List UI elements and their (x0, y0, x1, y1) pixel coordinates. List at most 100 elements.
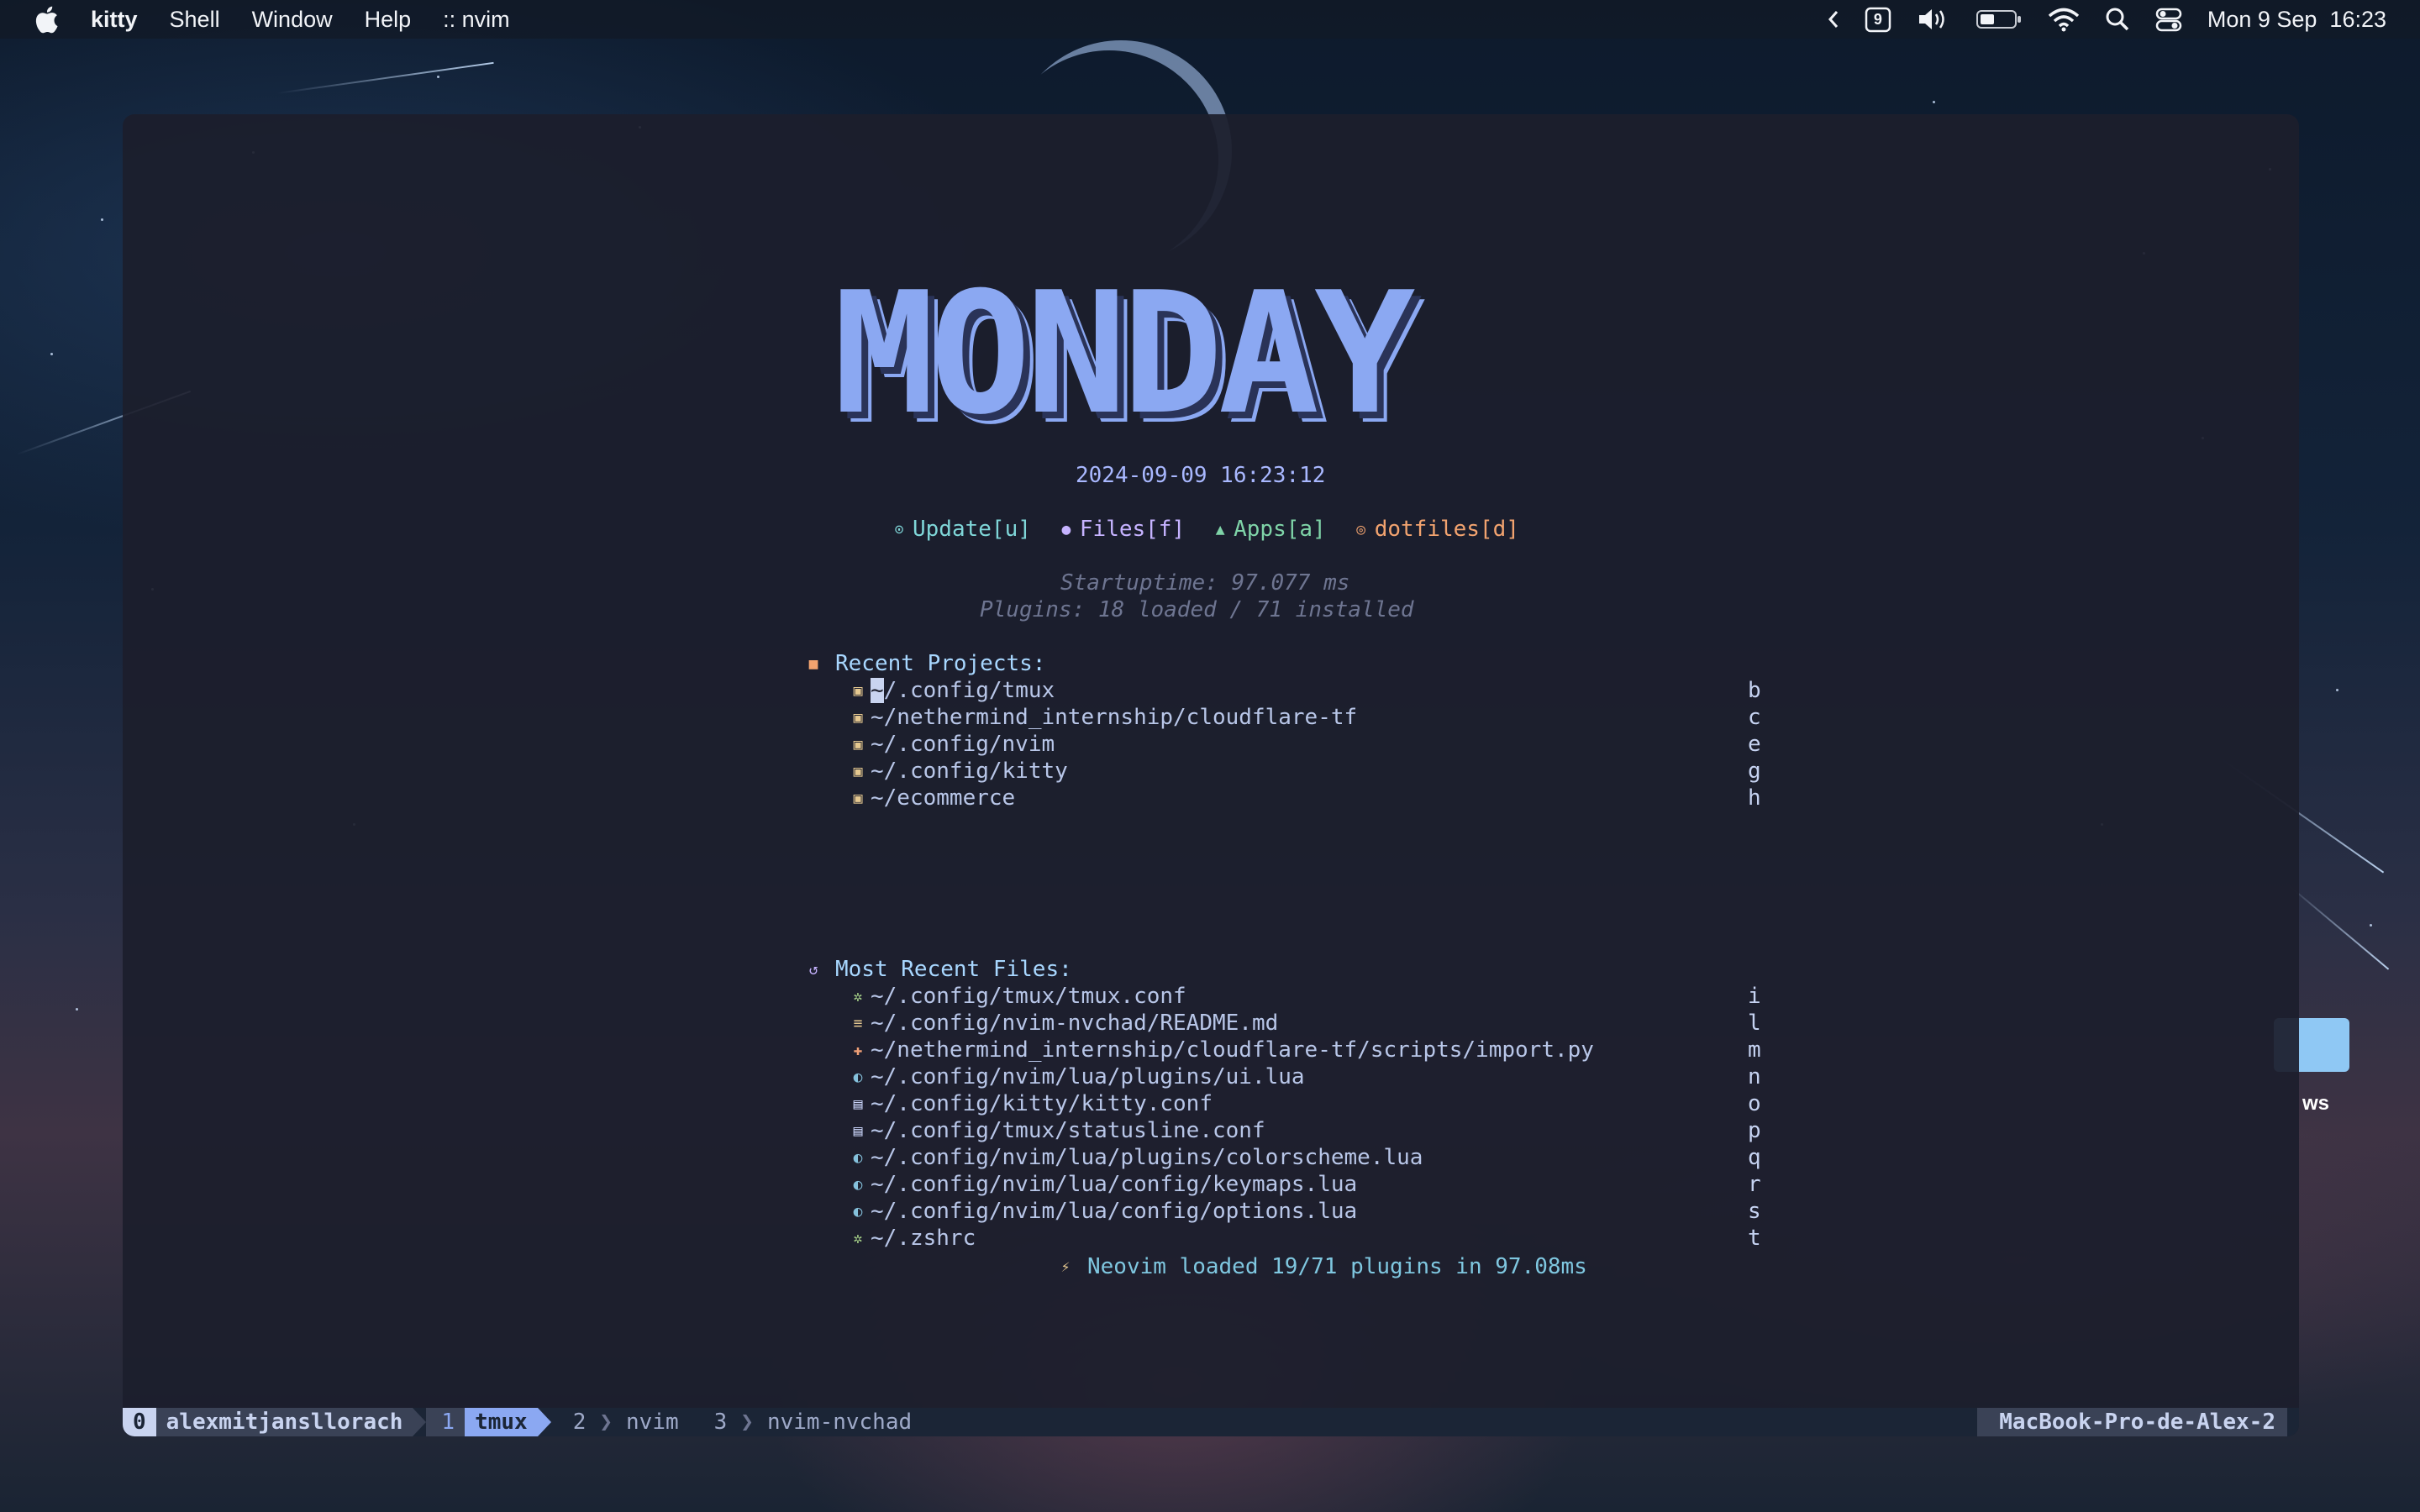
update-button[interactable]: Update[u] (913, 517, 1031, 542)
recent-file-item[interactable]: ≡ ~/.config/nvim-nvchad/README.md (845, 1010, 1279, 1037)
dashboard-datetime: 2024-09-09 16:23:12 (1076, 463, 1326, 488)
control-center-icon[interactable] (2155, 7, 2182, 32)
shortcut-key[interactable]: o (1748, 1090, 1761, 1117)
window-1-name[interactable]: tmux (465, 1408, 538, 1436)
update-icon: ⊙ (894, 520, 904, 538)
file-icon: ▤ (853, 1121, 863, 1140)
dotfiles-button[interactable]: dotfiles[d] (1375, 517, 1519, 542)
window-2-index[interactable]: 2 (551, 1408, 597, 1436)
shortcut-key[interactable]: r (1748, 1171, 1761, 1198)
wifi-icon[interactable] (2048, 7, 2080, 32)
star (76, 1008, 78, 1011)
battery-icon[interactable] (1975, 8, 2023, 30)
file-path[interactable]: ~/.config/nvim/lua/config/options.lua (871, 1199, 1357, 1224)
recent-file-item[interactable]: ◐ ~/.config/nvim/lua/config/options.lua (845, 1198, 1358, 1225)
file-path[interactable]: ~/.config/tmux/statusline.conf (871, 1118, 1265, 1143)
recent-files-heading: ↺ Most Recent Files: (800, 956, 1072, 983)
shortcut-key[interactable]: b (1748, 677, 1761, 704)
tmux-status-bar: 0 alexmitjansllorach 1 tmux 2 ❯ nvim 3 ❯… (123, 1408, 2299, 1436)
window-2-name[interactable]: nvim (616, 1408, 689, 1436)
gear-icon: ✲ (853, 987, 863, 1005)
recent-file-item[interactable]: ◐ ~/.config/nvim/lua/plugins/ui.lua (845, 1063, 1305, 1090)
shooting-star (2285, 882, 2390, 970)
dotfiles-icon: ◎ (1356, 520, 1366, 538)
menu-shell[interactable]: Shell (170, 7, 220, 33)
recent-project-item[interactable]: ▣ ~/nethermind_internship/cloudflare-tf (845, 704, 1358, 731)
footer-text: Neovim loaded 19/71 plugins in 97.08ms (1087, 1254, 1587, 1279)
project-path[interactable]: ~/nethermind_internship/cloudflare-tf (871, 705, 1357, 730)
shortcut-key[interactable]: n (1748, 1063, 1761, 1090)
apps-button[interactable]: Apps[a] (1234, 517, 1326, 542)
window-2-sep: ❯ (599, 1410, 613, 1435)
session-index: 0 (123, 1408, 156, 1436)
chevron-left-icon[interactable] (1828, 9, 1839, 29)
shortcut-key[interactable]: h (1748, 785, 1761, 811)
window-1-index[interactable]: 1 (426, 1408, 466, 1436)
recent-file-item[interactable]: ✲ ~/.zshrc (845, 1225, 976, 1252)
shortcut-key[interactable]: p (1748, 1117, 1761, 1144)
shortcut-key[interactable]: m (1748, 1037, 1761, 1063)
shooting-star (276, 61, 494, 94)
project-icon: ▣ (853, 762, 863, 780)
file-path[interactable]: ~/.config/nvim/lua/config/keymaps.lua (871, 1172, 1357, 1197)
lightning-icon: ⚡ (1060, 1257, 1071, 1276)
menu-app-name[interactable]: kitty (91, 7, 138, 33)
volume-icon[interactable] (1917, 7, 1950, 32)
menu-window[interactable]: Window (252, 7, 333, 33)
file-path[interactable]: ~/.zshrc (871, 1226, 976, 1251)
apple-icon[interactable] (34, 5, 59, 34)
star (50, 353, 53, 355)
recent-file-item[interactable]: ▤ ~/.config/kitty/kitty.conf (845, 1090, 1213, 1117)
window-3-index[interactable]: 3 (689, 1408, 738, 1436)
files-button[interactable]: Files[f] (1080, 517, 1185, 542)
shortcut-key[interactable]: g (1748, 758, 1761, 785)
shortcut-key[interactable]: i (1748, 983, 1761, 1010)
history-icon: ↺ (808, 960, 818, 979)
menu-bar: kitty Shell Window Help :: nvim 9 Mon 9 … (0, 0, 2420, 39)
window-3-name[interactable]: nvim-nvchad (757, 1408, 922, 1436)
menu-datetime[interactable]: Mon 9 Sep 16:23 (2207, 7, 2386, 33)
file-path[interactable]: ~/.config/nvim/lua/plugins/colorscheme.l… (871, 1145, 1423, 1170)
file-icon: ▤ (853, 1095, 863, 1113)
recent-project-item[interactable]: ▣ ~/.config/nvim (845, 731, 1055, 758)
recent-file-item[interactable]: ◐ ~/.config/nvim/lua/config/keymaps.lua (845, 1171, 1358, 1198)
recent-project-item[interactable]: ▣ ~/ecommerce (845, 785, 1016, 811)
recent-file-item[interactable]: ◐ ~/.config/nvim/lua/plugins/colorscheme.… (845, 1144, 1423, 1171)
menu-help[interactable]: Help (365, 7, 412, 33)
shortcut-key[interactable]: q (1748, 1144, 1761, 1171)
folder-label[interactable]: ws (2302, 1092, 2329, 1116)
star (2370, 924, 2372, 927)
shortcut-key[interactable]: t (1748, 1225, 1761, 1252)
star (2336, 689, 2338, 691)
file-path[interactable]: ~/.config/kitty/kitty.conf (871, 1091, 1213, 1116)
calendar-badge: 9 (1873, 10, 1882, 28)
file-path[interactable]: ~/nethermind_internship/cloudflare-tf/sc… (871, 1037, 1594, 1063)
home-icon: ▲ (1215, 520, 1225, 538)
lua-icon: ◐ (853, 1175, 863, 1194)
file-path[interactable]: ~/.config/nvim/lua/plugins/ui.lua (871, 1064, 1305, 1089)
project-path[interactable]: ~/ecommerce (871, 785, 1015, 811)
shortcut-key[interactable]: e (1748, 731, 1761, 758)
separator-arrow (537, 1408, 551, 1436)
plugins-text: Plugins: 18 loaded / 71 installed (980, 597, 1414, 622)
file-path[interactable]: ~/.config/nvim-nvchad/README.md (871, 1011, 1278, 1036)
search-icon[interactable] (2105, 7, 2130, 32)
project-path[interactable]: ~/.config/nvim (871, 732, 1055, 757)
terminal-window[interactable]: MONDAY 2024-09-09 16:23:12 ⊙ Update[u] ●… (123, 114, 2299, 1436)
menu-nvim[interactable]: :: nvim (443, 7, 510, 33)
startuptime-text: Startuptime: 97.077 ms (1060, 570, 1350, 596)
recent-file-item[interactable]: ✚ ~/nethermind_internship/cloudflare-tf/s… (845, 1037, 1594, 1063)
project-path[interactable]: ~/.config/tmux (871, 678, 1055, 703)
file-path[interactable]: ~/.config/tmux/tmux.conf (871, 984, 1186, 1009)
shortcut-key[interactable]: c (1748, 704, 1761, 731)
recent-file-item[interactable]: ▤ ~/.config/tmux/statusline.conf (845, 1117, 1265, 1144)
project-path[interactable]: ~/.config/kitty (871, 759, 1068, 784)
recent-file-item[interactable]: ✲ ~/.config/tmux/tmux.conf (845, 983, 1186, 1010)
calendar-9-icon[interactable]: 9 (1865, 6, 1891, 33)
recent-project-item[interactable]: ▣ ~/.config/kitty (845, 758, 1068, 785)
project-icon: ▣ (853, 735, 863, 753)
shortcut-key[interactable]: s (1748, 1198, 1761, 1225)
python-icon: ✚ (853, 1041, 863, 1059)
recent-project-item[interactable]: ▣ ~/.config/tmux (845, 677, 1055, 704)
shortcut-key[interactable]: l (1748, 1010, 1761, 1037)
